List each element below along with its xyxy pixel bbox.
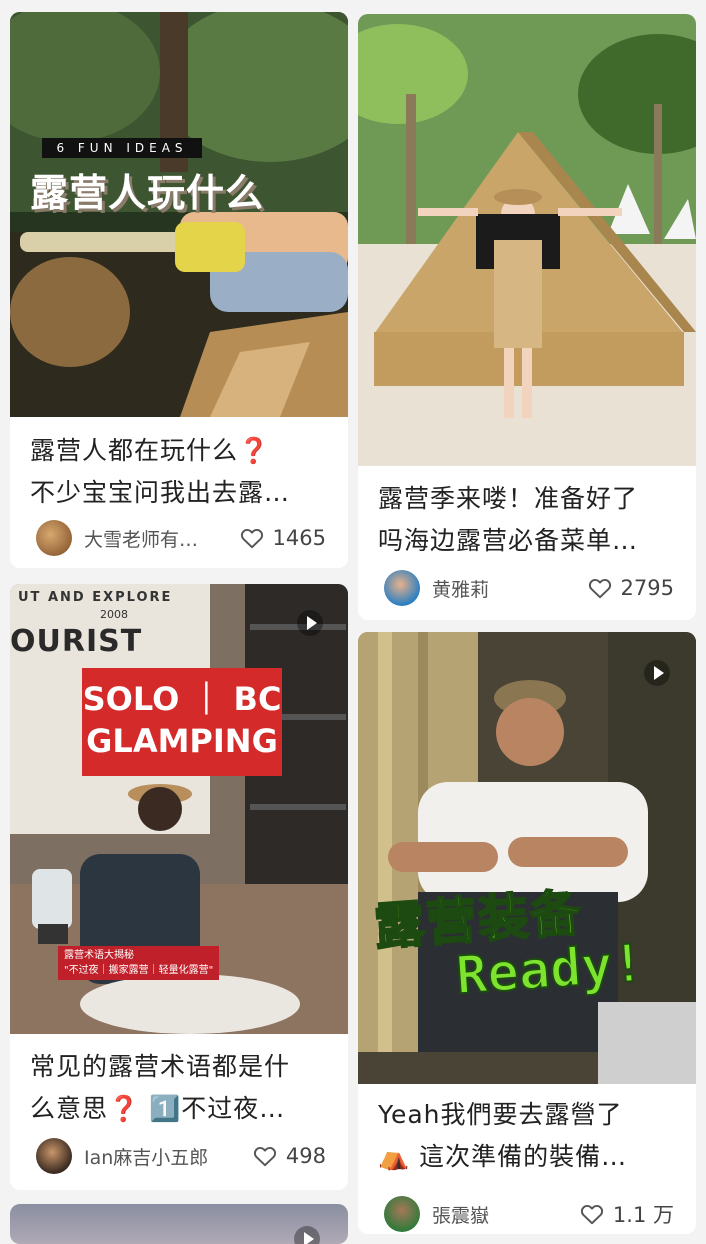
card-cover-image[interactable] [358, 14, 696, 466]
cover-heading: 露营人玩什么 [30, 171, 265, 215]
like-count: 498 [285, 1144, 326, 1168]
feed-card[interactable]: 6 FUN IDEAS 露营人玩什么 露营人都在玩什么❓ 不少宝宝问我出去露… … [10, 12, 348, 568]
cover-caption: 露营术语大揭秘 "不过夜｜搬家露营｜轻量化露营" [58, 946, 220, 980]
heart-icon [253, 1146, 276, 1167]
card-cover-image[interactable]: 6 FUN IDEAS 露营人玩什么 [10, 12, 348, 417]
card-meta: Ian麻吉小五郎 498 [36, 1136, 326, 1176]
card-cover-image[interactable]: 露营装备 Ready! [358, 632, 696, 1084]
like-count: 1465 [272, 526, 326, 550]
man-with-gear-photo [358, 632, 696, 1084]
like-button[interactable]: 498 [252, 1143, 326, 1169]
feed-card-partial[interactable] [10, 1204, 348, 1244]
heart-icon [588, 578, 611, 599]
video-play-icon [644, 660, 670, 686]
heart-icon [580, 1204, 603, 1225]
cover-tag: 6 FUN IDEAS [42, 138, 202, 158]
heart-icon [240, 528, 263, 549]
video-play-icon [294, 1226, 320, 1244]
card-title[interactable]: 露营人都在玩什么❓ 不少宝宝问我出去露… [30, 430, 330, 514]
author-name[interactable]: 大雪老师有… [84, 525, 198, 552]
cover-sign-year: 2008 [100, 608, 128, 621]
author-avatar[interactable] [36, 1138, 72, 1174]
like-button[interactable]: 1.1 万 [579, 1199, 674, 1229]
beach-tent-photo [358, 14, 696, 466]
feed-card[interactable]: UT AND EXPLORE 2008 OURIST SOLO ｜ BC GLA… [10, 584, 348, 1190]
card-title[interactable]: 露营季来喽！准备好了 吗海边露营必备菜单… [378, 478, 678, 562]
cover-sign-text: UT AND EXPLORE [18, 590, 173, 605]
cover-sign-big: OURIST [10, 624, 143, 659]
author-avatar[interactable] [36, 520, 72, 556]
author-name[interactable]: 張震嶽 [432, 1201, 489, 1228]
card-meta: 黄雅莉 2795 [384, 568, 674, 608]
card-cover-image[interactable]: UT AND EXPLORE 2008 OURIST SOLO ｜ BC GLA… [10, 584, 348, 1034]
like-count: 1.1 万 [612, 1203, 674, 1227]
like-count: 2795 [620, 576, 674, 600]
card-meta: 大雪老师有… 1465 [36, 518, 326, 558]
like-button[interactable]: 1465 [239, 525, 326, 551]
feed-card[interactable]: 露营季来喽！准备好了 吗海边露营必备菜单… 黄雅莉 2795 [358, 14, 696, 620]
author-name[interactable]: Ian麻吉小五郎 [84, 1143, 208, 1170]
card-title[interactable]: 常见的露营术语都是什 么意思❓ 1️⃣不过夜… [30, 1046, 330, 1130]
card-title[interactable]: Yeah我們要去露營了 ⛺ 這次準備的裝備… [378, 1094, 678, 1178]
video-play-icon [297, 610, 323, 636]
card-meta: 張震嶽 1.1 万 [384, 1194, 674, 1234]
feed-card[interactable]: 露营装备 Ready! Yeah我們要去露營了 ⛺ 這次準備的裝備… 張震嶽 1… [358, 632, 696, 1234]
author-avatar[interactable] [384, 570, 420, 606]
author-name[interactable]: 黄雅莉 [432, 575, 489, 602]
like-button[interactable]: 2795 [587, 575, 674, 601]
author-avatar[interactable] [384, 1196, 420, 1232]
cover-label: SOLO ｜ BC GLAMPING [82, 668, 282, 776]
